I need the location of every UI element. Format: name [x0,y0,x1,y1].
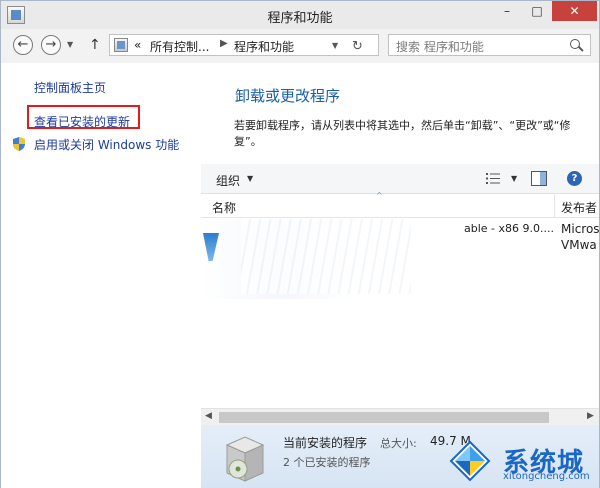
column-header-publisher[interactable]: 发布者 [561,199,597,216]
organize-button[interactable]: 组织 [216,172,240,189]
address-bar[interactable]: « 所有控制... ▶ 程序和功能 [109,34,379,56]
sidebar-item-windows-features[interactable]: 启用或关闭 Windows 功能 [34,136,179,153]
page-description: 若要卸载程序，请从列表中将其选中，然后单击“卸载”、“更改”或“修复”。 [234,119,571,148]
scrollbar-thumb[interactable] [219,412,549,423]
back-button[interactable]: ← [13,35,33,55]
breadcrumb-separator-icon[interactable]: ▶ [220,38,228,49]
up-button[interactable]: ↑ [89,37,101,53]
xitongcheng-logo-icon [449,440,491,482]
column-divider[interactable] [554,194,555,218]
sidebar-item-control-panel-home[interactable]: 控制面板主页 [34,79,106,96]
sort-ascending-icon: ^ [376,191,383,200]
organize-dropdown-icon[interactable]: ▼ [247,174,253,183]
forward-button[interactable]: → [41,35,61,55]
navigation-bar: ← → ▼ ↑ « 所有控制... ▶ 程序和功能 ▼ ↻ 搜索 程序和功能 [1,29,599,63]
control-panel-icon [114,38,128,52]
program-publisher: VMwa [561,238,597,252]
page-title: 卸载或更改程序 [235,87,341,105]
recent-locations-dropdown-icon[interactable]: ▼ [67,40,73,49]
title-bar[interactable]: 程序和功能 – □ ✕ [1,1,599,29]
search-icon[interactable] [570,39,580,49]
minimize-button[interactable]: – [493,1,521,21]
installed-count: 2 个已安装的程序 [283,456,371,469]
refresh-icon[interactable]: ↻ [352,39,363,54]
details-title: 当前安装的程序 [283,436,368,450]
search-box[interactable]: 搜索 程序和功能 [388,34,591,56]
address-dropdown-icon[interactable]: ▼ [332,41,338,50]
site-watermark: 系统城 xitongcheng.com [445,438,595,486]
horizontal-scrollbar[interactable]: ◀ ▶ [201,408,599,425]
close-button[interactable]: ✕ [552,1,597,21]
preview-pane-icon[interactable] [531,171,547,186]
sidebar-item-view-installed-updates[interactable]: 查看已安装的更新 [34,113,130,130]
total-size-label: 总大小: [380,437,417,450]
scroll-left-icon[interactable]: ◀ [205,411,212,421]
column-header-row: 名称 ^ 发布者 [201,191,599,218]
programs-and-features-window: 程序和功能 – □ ✕ ← → ▼ ↑ « 所有控制... ▶ 程序和功能 ▼ … [0,0,600,488]
program-list: able - x86 9.0.... Micros VMwa [201,219,599,409]
breadcrumb-overflow[interactable]: « [134,38,141,52]
view-options-dropdown-icon[interactable]: ▼ [511,174,517,183]
breadcrumb-current[interactable]: 程序和功能 [234,38,294,55]
watermark-url: xitongcheng.com [503,471,590,482]
view-details-icon[interactable] [486,172,500,185]
installed-programs-box-icon [225,436,265,482]
command-bar: 组织 ▼ ▼ ? [201,164,599,194]
maximize-button[interactable]: □ [523,1,551,21]
breadcrumb-parent[interactable]: 所有控制... [150,38,209,55]
help-icon[interactable]: ? [567,171,582,186]
scroll-right-icon[interactable]: ▶ [587,411,594,421]
search-placeholder: 搜索 程序和功能 [396,40,484,54]
column-header-name[interactable]: 名称 [212,199,236,216]
program-name: able - x86 9.0.... [464,222,554,235]
program-icon [203,233,219,261]
rendering-artifact [201,219,461,299]
shield-icon [13,137,25,151]
program-publisher: Micros [561,222,599,236]
